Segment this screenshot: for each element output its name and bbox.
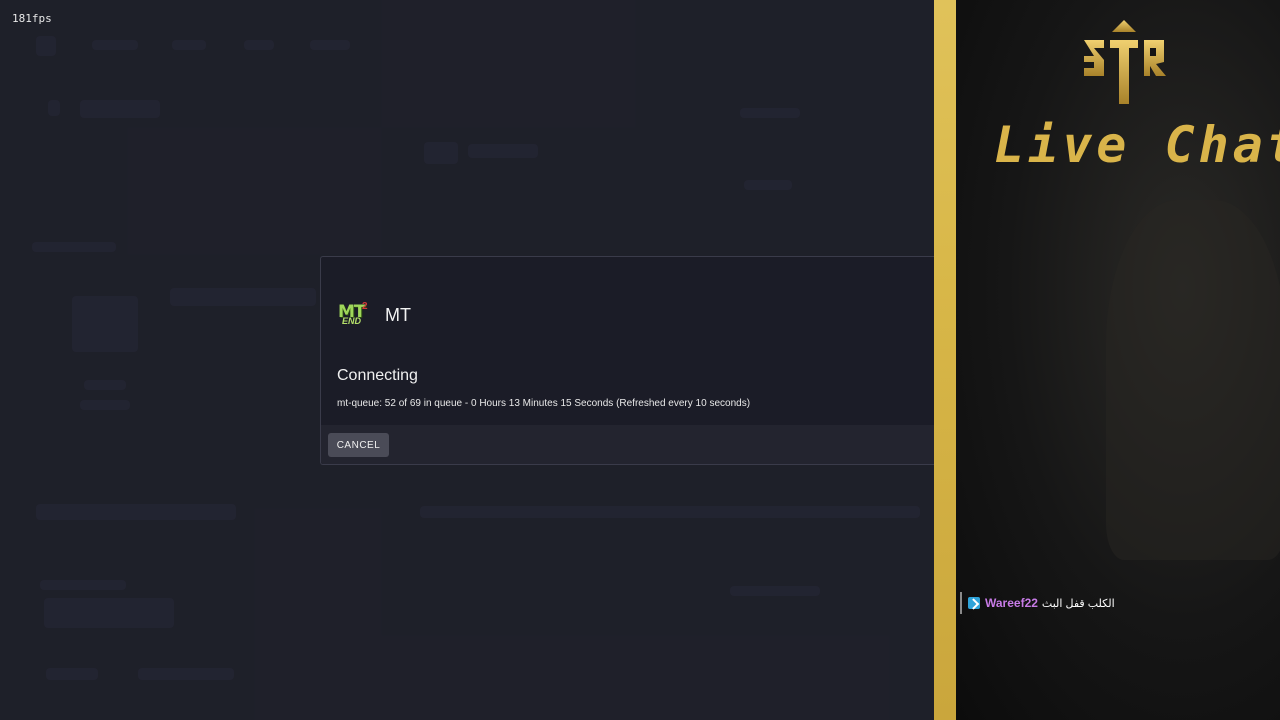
- server-logo-icon: MT 2 END: [338, 301, 368, 326]
- chat-accent-bar: [934, 0, 956, 720]
- connecting-dialog: MT 2 END MT Connecting mt-queue: 52 of 69 …: [320, 256, 934, 465]
- server-name: MT: [385, 304, 411, 325]
- cancel-button[interactable]: CANCEL: [328, 433, 389, 457]
- prime-badge-icon: [968, 597, 980, 609]
- chat-message: Wareef22 الكلب قفل البث: [960, 592, 1115, 614]
- dialog-header: MT 2 END MT: [337, 301, 411, 329]
- live-chat-panel: Live Chat Wareef22 الكلب قفل البث: [956, 0, 1280, 720]
- 3tr-logo-icon: [1084, 20, 1166, 104]
- connection-status: Connecting: [337, 367, 418, 384]
- chat-text: الكلب قفل البث: [1041, 597, 1115, 610]
- chat-username: Wareef22: [985, 596, 1038, 610]
- queue-message: mt-queue: 52 of 69 in queue - 0 Hours 13…: [337, 398, 751, 409]
- fps-counter: 181fps: [12, 12, 52, 25]
- dialog-footer: CANCEL: [321, 425, 934, 464]
- live-chat-title: Live Chat: [994, 116, 1280, 174]
- background-figure: [1106, 200, 1280, 560]
